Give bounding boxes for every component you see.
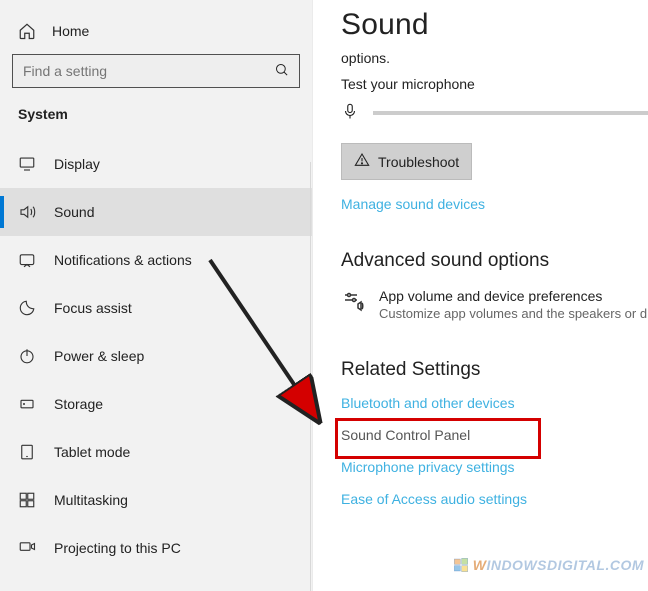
sidebar-item-label: Tablet mode [54,444,130,460]
manage-sound-devices-link[interactable]: Manage sound devices [341,196,485,212]
sidebar-item-label: Notifications & actions [54,252,192,268]
watermark: WINDOWSDIGITAL.COM [453,557,644,573]
search-input[interactable] [23,63,274,79]
home-icon [18,22,36,40]
search-icon [274,62,289,80]
advanced-heading: Advanced sound options [341,250,648,272]
troubleshoot-button[interactable]: Troubleshoot [341,143,472,180]
sidebar-item-display[interactable]: Display [0,140,312,188]
storage-icon [18,395,36,413]
troubleshoot-label: Troubleshoot [378,154,459,170]
notifications-icon [18,251,36,269]
pref-title: App volume and device preferences [379,288,647,304]
test-mic-label: Test your microphone [341,76,648,100]
tablet-icon [18,443,36,461]
search-box[interactable] [12,54,300,88]
pref-subtitle: Customize app volumes and the speakers o… [379,306,647,321]
link-microphone-privacy[interactable]: Microphone privacy settings [341,459,515,475]
sidebar-item-label: Projecting to this PC [54,540,181,556]
app-volume-preferences[interactable]: App volume and device preferences Custom… [341,288,648,321]
sub-text: options. [341,50,648,76]
link-sound-control-panel[interactable]: Sound Control Panel [341,427,470,443]
microphone-icon [341,100,359,125]
page-title: Sound [341,8,648,42]
sidebar-item-focus-assist[interactable]: Focus assist [0,284,312,332]
sidebar-home-label: Home [52,23,89,39]
link-ease-of-access-audio[interactable]: Ease of Access audio settings [341,491,527,507]
sidebar-item-label: Focus assist [54,300,132,316]
vertical-separator [310,162,311,591]
multitasking-icon [18,491,36,509]
sidebar-home[interactable]: Home [0,18,312,54]
sidebar-item-multitasking[interactable]: Multitasking [0,476,312,524]
sidebar-item-label: Storage [54,396,103,412]
sidebar-item-tablet-mode[interactable]: Tablet mode [0,428,312,476]
power-icon [18,347,36,365]
sidebar-item-power-sleep[interactable]: Power & sleep [0,332,312,380]
sidebar-item-label: Multitasking [54,492,128,508]
settings-sidebar: Home System Display Sound Notifications … [0,0,313,591]
sidebar-item-label: Power & sleep [54,348,144,364]
link-bluetooth-devices[interactable]: Bluetooth and other devices [341,395,515,411]
sound-icon [18,203,36,221]
sidebar-section-title: System [0,106,312,140]
related-heading: Related Settings [341,359,648,381]
windows-logo-icon [453,557,469,573]
sidebar-item-storage[interactable]: Storage [0,380,312,428]
sliders-icon [341,290,365,317]
display-icon [18,155,36,173]
projecting-icon [18,539,36,557]
sidebar-item-notifications[interactable]: Notifications & actions [0,236,312,284]
sidebar-item-sound[interactable]: Sound [0,188,312,236]
sidebar-item-label: Display [54,156,100,172]
focus-assist-icon [18,299,36,317]
main-content: Sound options. Test your microphone Trou… [313,0,648,591]
sidebar-item-label: Sound [54,204,94,220]
warning-icon [354,152,370,171]
mic-level-bar [373,111,648,115]
sidebar-item-projecting[interactable]: Projecting to this PC [0,524,312,572]
